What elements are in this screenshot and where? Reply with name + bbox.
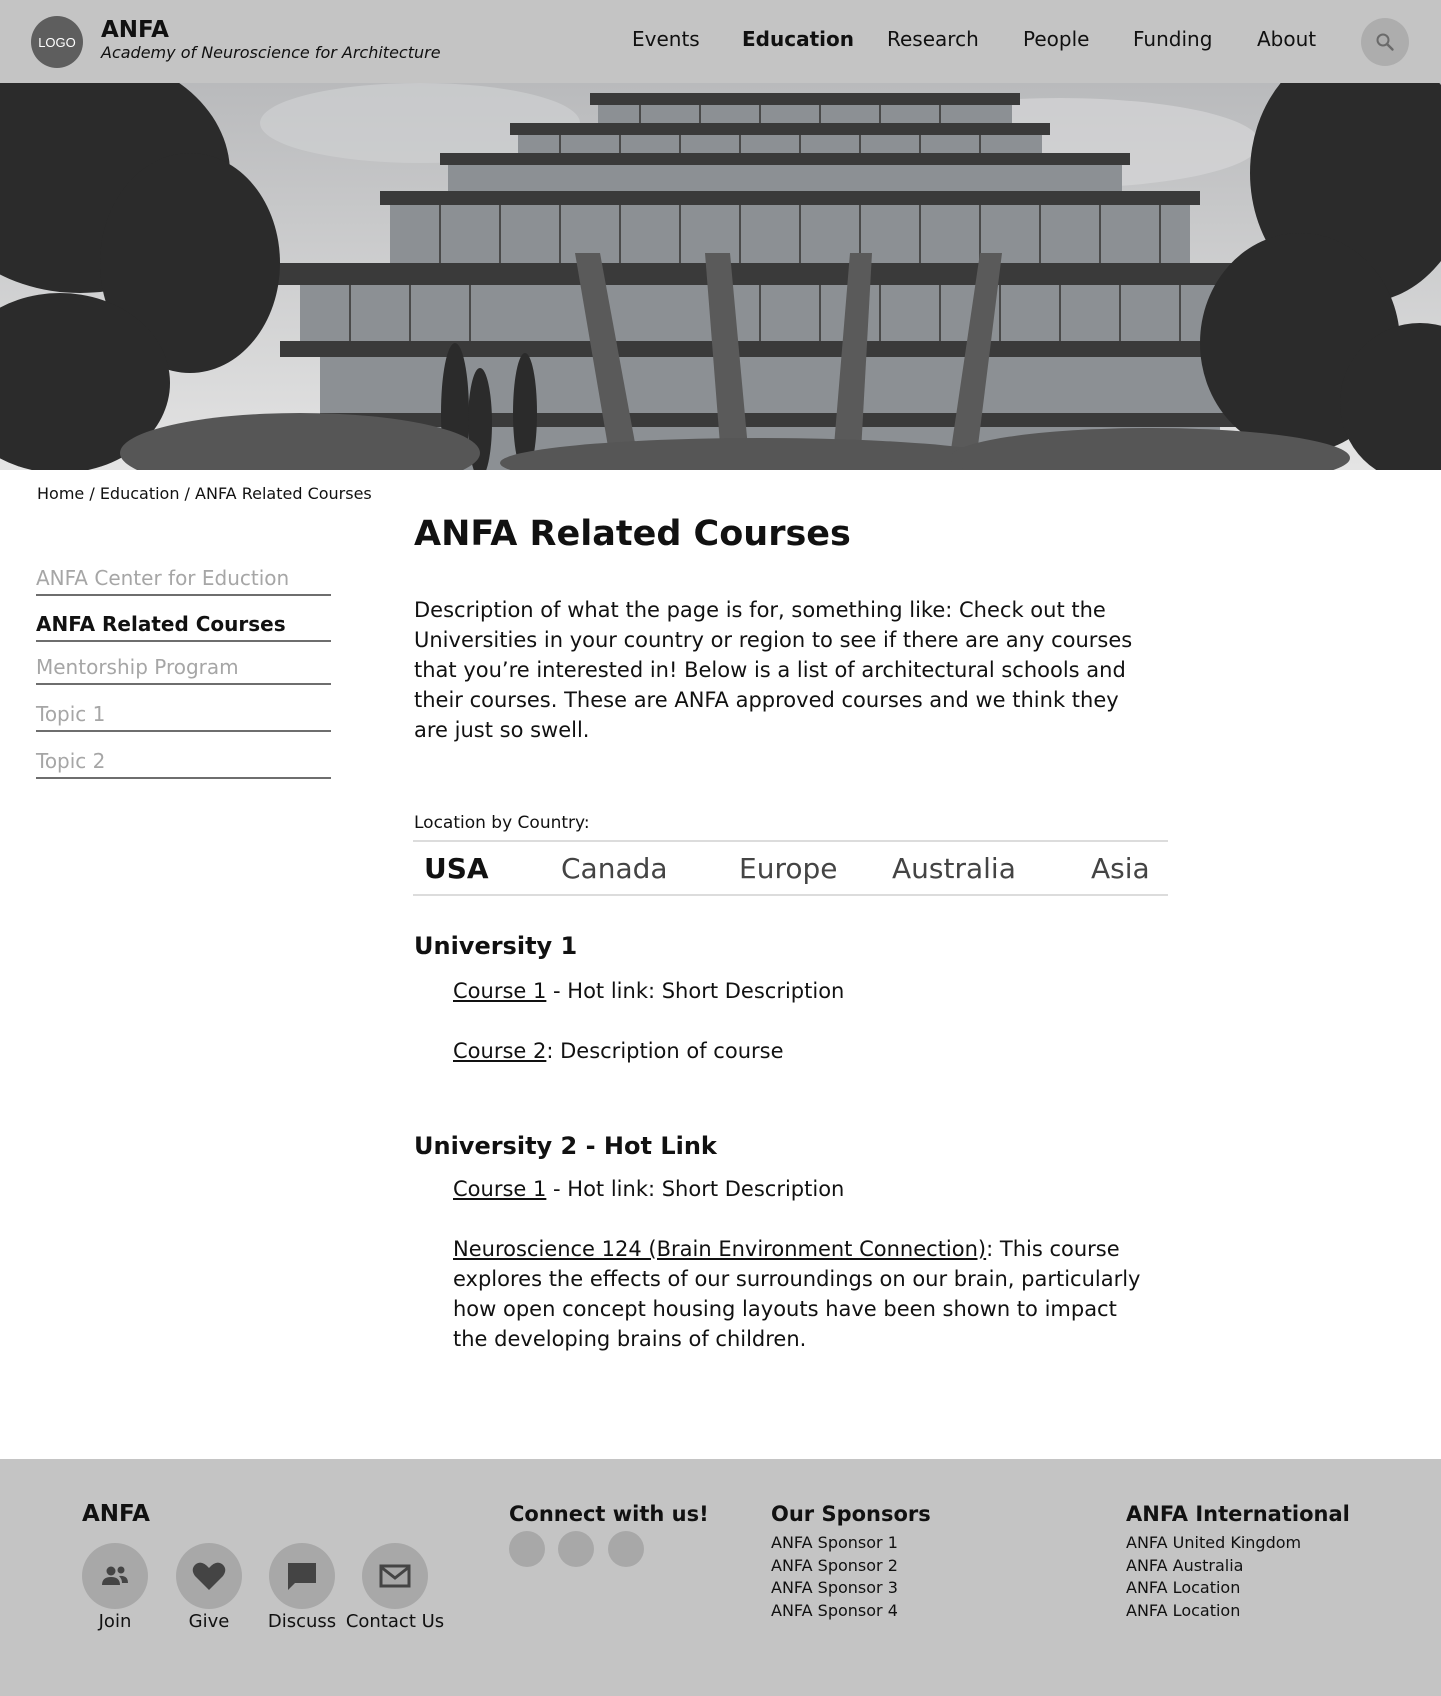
search-button[interactable]	[1361, 18, 1409, 66]
country-tabs: USA Canada Europe Australia Asia	[413, 840, 1168, 896]
nav-about[interactable]: About	[1257, 27, 1316, 51]
sidebar-item-topic-2[interactable]: Topic 2	[36, 749, 331, 779]
sponsor-link[interactable]: ANFA Sponsor 1	[771, 1532, 898, 1555]
sidebar-item-topic-1[interactable]: Topic 1	[36, 702, 331, 732]
give-button[interactable]	[176, 1543, 242, 1609]
breadcrumb-separator: /	[179, 484, 196, 503]
sidebar-item-mentorship-program[interactable]: Mentorship Program	[36, 655, 331, 685]
contact-us-button[interactable]	[362, 1543, 428, 1609]
nav-funding[interactable]: Funding	[1133, 27, 1212, 51]
chat-icon	[288, 1563, 316, 1590]
sponsor-link[interactable]: ANFA Sponsor 4	[771, 1600, 898, 1623]
nav-education[interactable]: Education	[742, 27, 854, 51]
university-heading-link[interactable]: University 2 - Hot Link	[414, 1132, 717, 1160]
page: LOGO ANFA Academy of Neuroscience for Ar…	[0, 0, 1441, 1696]
course-item: Course 2: Description of course	[453, 1036, 1153, 1066]
sponsor-link[interactable]: ANFA Sponsor 2	[771, 1555, 898, 1578]
university-heading: University 1	[414, 932, 578, 960]
location-label: Location by Country:	[414, 813, 590, 833]
library-building-illustration	[0, 83, 1441, 470]
sponsors-list: ANFA Sponsor 1 ANFA Sponsor 2 ANFA Spons…	[771, 1532, 898, 1622]
sidebar-item-related-courses[interactable]: ANFA Related Courses	[36, 612, 331, 642]
course-description: - Hot link: Short Description	[546, 1177, 845, 1201]
site-header: LOGO ANFA Academy of Neuroscience for Ar…	[0, 0, 1441, 83]
nav-events[interactable]: Events	[632, 27, 700, 51]
course-link[interactable]: Neuroscience 124 (Brain Environment Conn…	[453, 1237, 986, 1261]
international-heading: ANFA International	[1126, 1502, 1350, 1526]
social-icon[interactable]	[608, 1531, 644, 1567]
discuss-button[interactable]	[269, 1543, 335, 1609]
course-item: Course 1 - Hot link: Short Description	[453, 976, 1153, 1006]
breadcrumb-education[interactable]: Education	[100, 484, 180, 503]
sponsors-heading: Our Sponsors	[771, 1502, 931, 1526]
international-list: ANFA United Kingdom ANFA Australia ANFA …	[1126, 1532, 1301, 1622]
connect-heading: Connect with us!	[509, 1502, 709, 1526]
tab-australia[interactable]: Australia	[892, 852, 1016, 885]
nav-research[interactable]: Research	[887, 27, 979, 51]
course-item: Course 1 - Hot link: Short Description	[453, 1174, 1153, 1204]
breadcrumb-current: ANFA Related Courses	[195, 484, 372, 503]
international-link[interactable]: ANFA Australia	[1126, 1555, 1301, 1578]
social-icon[interactable]	[509, 1531, 545, 1567]
heart-icon	[192, 1562, 226, 1590]
page-title: ANFA Related Courses	[414, 514, 851, 554]
course-description: - Hot link: Short Description	[546, 979, 845, 1003]
brand-subtitle: Academy of Neuroscience for Architecture	[101, 43, 441, 62]
people-icon	[102, 1566, 128, 1585]
nav-people[interactable]: People	[1023, 27, 1089, 51]
tab-europe[interactable]: Europe	[739, 852, 837, 885]
hero-image	[0, 83, 1441, 470]
tab-usa[interactable]: USA	[424, 852, 489, 885]
join-button[interactable]	[82, 1543, 148, 1609]
logo[interactable]: LOGO	[31, 16, 83, 68]
mail-icon	[379, 1564, 411, 1588]
course-link[interactable]: Course 1	[453, 979, 546, 1003]
course-link[interactable]: Course 2	[453, 1039, 546, 1063]
international-link[interactable]: ANFA United Kingdom	[1126, 1532, 1301, 1555]
contact-us-label: Contact Us	[345, 1611, 445, 1632]
social-icon[interactable]	[558, 1531, 594, 1567]
breadcrumb-separator: /	[84, 484, 100, 503]
international-link[interactable]: ANFA Location	[1126, 1600, 1301, 1623]
footer-brand: ANFA	[82, 1501, 150, 1527]
search-icon	[1376, 33, 1394, 51]
tab-asia[interactable]: Asia	[1091, 852, 1150, 885]
sponsor-link[interactable]: ANFA Sponsor 3	[771, 1577, 898, 1600]
course-link[interactable]: Course 1	[453, 1177, 546, 1201]
breadcrumb-home[interactable]: Home	[37, 484, 84, 503]
international-link[interactable]: ANFA Location	[1126, 1577, 1301, 1600]
page-description: Description of what the page is for, som…	[414, 598, 1133, 742]
brand-name[interactable]: ANFA	[101, 17, 169, 43]
course-description: : Description of course	[546, 1039, 784, 1063]
course-item: Neuroscience 124 (Brain Environment Conn…	[453, 1234, 1153, 1354]
tab-canada[interactable]: Canada	[561, 852, 668, 885]
breadcrumb: Home / Education / ANFA Related Courses	[37, 484, 372, 503]
sidebar-item-center-for-education[interactable]: ANFA Center for Eduction	[36, 566, 331, 596]
